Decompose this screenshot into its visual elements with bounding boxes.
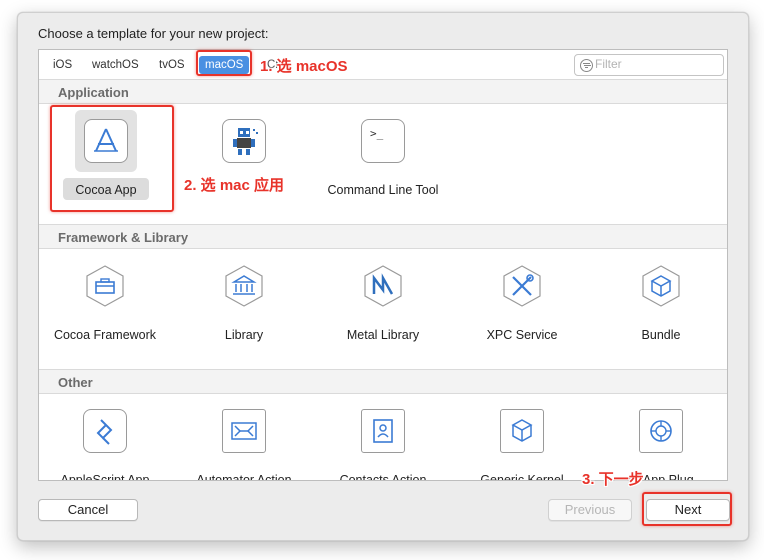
section-header-application: Application bbox=[39, 79, 727, 104]
section-header-framework: Framework & Library bbox=[39, 224, 727, 249]
template-label: Command Line Tool bbox=[327, 183, 439, 197]
cancel-button[interactable]: Cancel bbox=[38, 499, 138, 521]
tab-ios[interactable]: iOS bbox=[47, 56, 78, 74]
annotation-step3: 3. 下一步 bbox=[582, 471, 644, 488]
template-label: Bundle bbox=[641, 328, 681, 342]
template-bundle[interactable]: Bundle bbox=[597, 251, 725, 361]
robot-icon bbox=[222, 119, 266, 163]
filter-icon bbox=[580, 59, 593, 72]
annotation-box-macos bbox=[196, 50, 252, 76]
template-generic-kernel[interactable]: Generic Kernel bbox=[458, 396, 586, 481]
bank-library-icon bbox=[225, 265, 263, 307]
template-command-line-tool[interactable]: >_ Command Line Tool bbox=[319, 106, 447, 216]
template-label: Generic Kernel bbox=[480, 473, 564, 481]
new-project-dialog: Choose a template for your new project: … bbox=[17, 12, 749, 541]
kernel-cube-icon bbox=[500, 409, 544, 453]
terminal-icon: >_ bbox=[361, 119, 405, 163]
section-header-other: Other bbox=[39, 369, 727, 394]
template-xpc-service[interactable]: XPC Service bbox=[458, 251, 586, 361]
toolbox-icon bbox=[86, 265, 124, 307]
template-label: Metal Library bbox=[346, 328, 420, 342]
template-label: Library bbox=[224, 328, 264, 342]
annotation-step2: 2. 选 mac 应用 bbox=[184, 177, 285, 194]
template-label: XPC Service bbox=[486, 328, 558, 342]
cube-icon bbox=[642, 265, 680, 307]
automator-icon bbox=[222, 409, 266, 453]
template-label: Contacts Action bbox=[339, 473, 427, 481]
annotation-box-next bbox=[642, 492, 732, 526]
template-contacts-action[interactable]: Contacts Action bbox=[319, 396, 447, 481]
dialog-prompt: Choose a template for your new project: bbox=[38, 26, 269, 41]
template-cocoa-framework[interactable]: Cocoa Framework bbox=[41, 251, 169, 361]
filter-field[interactable] bbox=[574, 54, 724, 76]
metal-m-icon bbox=[364, 265, 402, 307]
svg-text:>_: >_ bbox=[370, 127, 384, 140]
wrench-screwdriver-icon bbox=[503, 265, 541, 307]
template-automator-action[interactable]: Automator Action bbox=[180, 396, 308, 481]
filter-input[interactable] bbox=[595, 56, 715, 72]
contacts-icon bbox=[361, 409, 405, 453]
template-game[interactable] bbox=[180, 106, 308, 216]
previous-button[interactable]: Previous bbox=[548, 499, 632, 521]
annotation-step1: 1. 选 macOS bbox=[260, 58, 348, 75]
applescript-icon bbox=[83, 409, 127, 453]
platform-tabbar: iOS watchOS tvOS macOS Cross-platform bbox=[39, 50, 727, 80]
template-library[interactable]: Library bbox=[180, 251, 308, 361]
tab-watchos[interactable]: watchOS bbox=[86, 56, 145, 74]
annotation-box-cocoa-app bbox=[50, 105, 174, 212]
template-label: Cocoa Framework bbox=[53, 328, 157, 342]
template-applescript-app[interactable]: AppleScript App bbox=[41, 396, 169, 481]
template-label: Automator Action bbox=[196, 473, 292, 481]
tab-tvos[interactable]: tvOS bbox=[153, 56, 191, 74]
template-metal-library[interactable]: Metal Library bbox=[319, 251, 447, 361]
template-label: AppleScript App bbox=[60, 473, 150, 481]
plugin-icon bbox=[639, 409, 683, 453]
